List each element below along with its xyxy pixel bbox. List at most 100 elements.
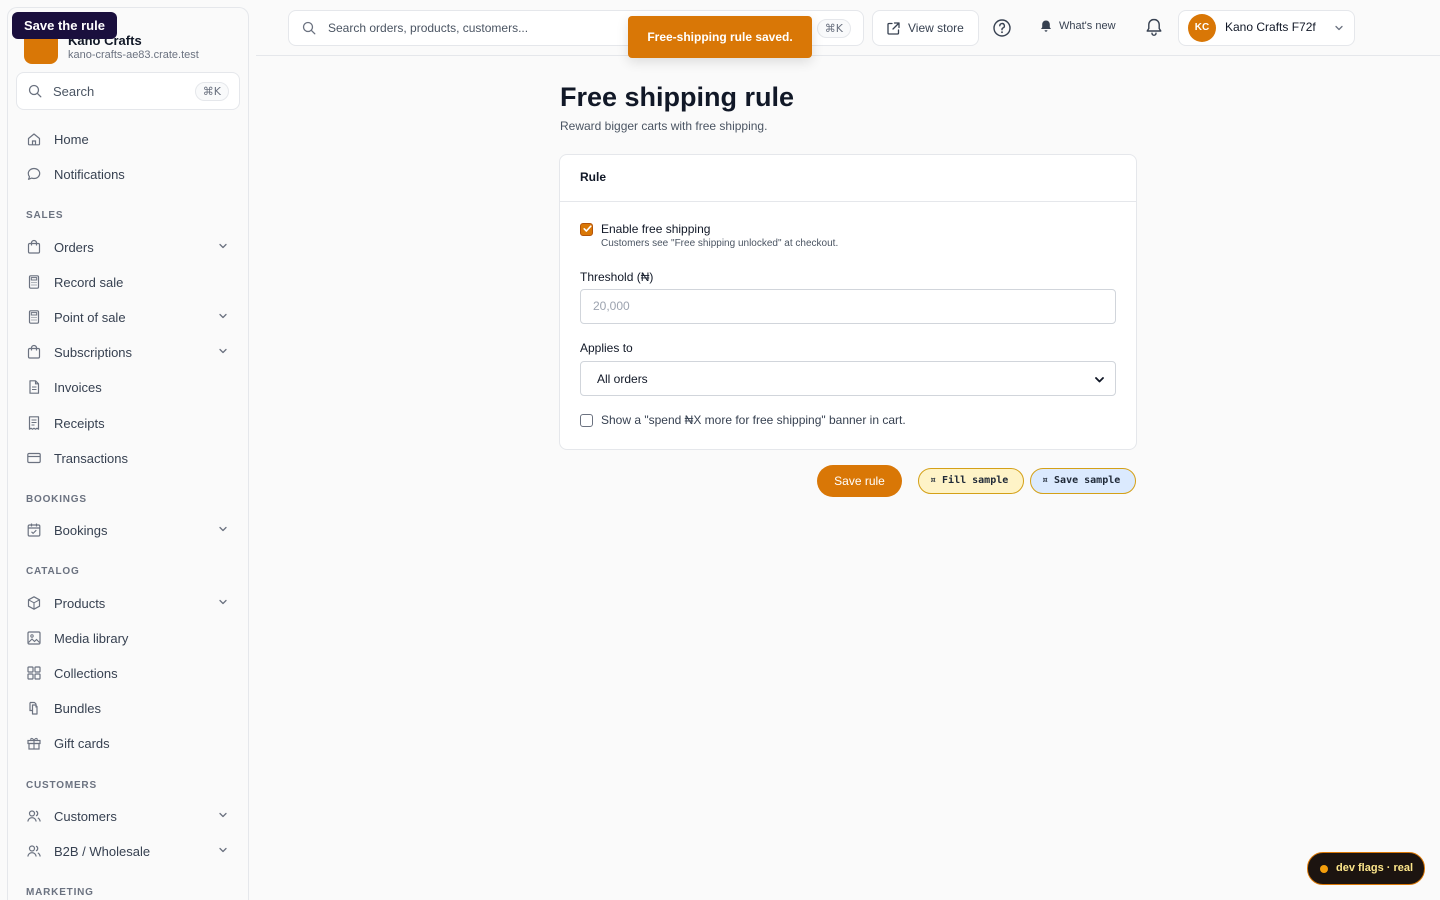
sidebar-search-label: Search bbox=[53, 84, 95, 99]
view-store-button[interactable]: View store bbox=[872, 10, 979, 46]
notifications-bell-icon[interactable] bbox=[1144, 17, 1164, 37]
applies-to-label: Applies to bbox=[580, 341, 633, 355]
sidebar-item-label: Bookings bbox=[54, 523, 108, 538]
sidebar-search[interactable]: Search ⌘K bbox=[16, 72, 240, 110]
threshold-label: Threshold (₦) bbox=[580, 270, 654, 284]
sidebar-item-label: Transactions bbox=[54, 451, 128, 466]
chevron-down-icon bbox=[218, 311, 228, 321]
calculator-icon bbox=[26, 309, 42, 325]
sidebar-item-bundles[interactable]: Bundles bbox=[16, 693, 240, 723]
applies-to-value: All orders bbox=[597, 372, 648, 386]
show-banner-checkbox[interactable] bbox=[580, 414, 593, 427]
sidebar-item-label: Subscriptions bbox=[54, 345, 133, 360]
sidebar-item-label: Customers bbox=[54, 809, 117, 824]
whats-new-label: What's new bbox=[1059, 20, 1116, 32]
sidebar-item-transactions[interactable]: Transactions bbox=[16, 443, 240, 473]
enable-free-shipping-label[interactable]: Enable free shipping bbox=[601, 222, 710, 236]
show-banner-label[interactable]: Show a "spend ₦X more for free shipping"… bbox=[601, 413, 906, 427]
image-icon bbox=[26, 630, 42, 646]
sidebar-item-label: B2B / Wholesale bbox=[54, 844, 151, 859]
sidebar-item-point-of-sale[interactable]: Point of sale bbox=[16, 302, 240, 332]
sidebar-item-label: Invoices bbox=[54, 380, 102, 395]
save-rule-button[interactable]: Save rule bbox=[817, 465, 902, 497]
sidebar-item-label: Point of sale bbox=[54, 310, 126, 325]
topbar: Search orders, products, customers... ⌘K… bbox=[256, 0, 1440, 56]
sidebar-item-label: Receipts bbox=[54, 416, 105, 431]
bag-icon bbox=[26, 239, 42, 255]
search-icon bbox=[28, 84, 42, 98]
checkmark-icon bbox=[582, 223, 593, 234]
sidebar-item-products[interactable]: Products bbox=[16, 588, 240, 618]
chevron-down-icon bbox=[218, 346, 228, 356]
gift-icon bbox=[26, 735, 42, 751]
account-name: Kano Crafts F72f bbox=[1225, 20, 1316, 34]
dev-flags-pill[interactable]: dev flags · real bbox=[1307, 852, 1425, 885]
box-icon bbox=[26, 595, 42, 611]
sidebar-item-b2b-wholesale[interactable]: B2B / Wholesale bbox=[16, 836, 240, 866]
section-label-catalog: CATALOG bbox=[26, 566, 80, 577]
shortcut-badge: ⌘K bbox=[816, 19, 851, 38]
success-toast: Free-shipping rule saved. bbox=[628, 16, 812, 58]
sidebar-item-collections[interactable]: Collections bbox=[16, 658, 240, 688]
account-menu-button[interactable]: KC Kano Crafts F72f bbox=[1178, 10, 1355, 46]
sidebar-item-label: Record sale bbox=[54, 275, 124, 290]
save-rule-tooltip: Save the rule bbox=[12, 12, 117, 39]
users-icon bbox=[26, 843, 42, 859]
sidebar-item-label: Home bbox=[54, 132, 89, 147]
section-label-marketing: MARKETING bbox=[26, 887, 94, 898]
sidebar-item-subscriptions[interactable]: Subscriptions bbox=[16, 337, 240, 367]
section-label-sales: SALES bbox=[26, 210, 64, 221]
calculator-icon bbox=[26, 274, 42, 290]
sidebar-item-home[interactable]: Home bbox=[16, 124, 240, 154]
threshold-input[interactable]: 20,000 bbox=[580, 289, 1116, 324]
threshold-placeholder: 20,000 bbox=[593, 299, 630, 313]
page-title: Free shipping rule bbox=[560, 82, 795, 112]
chat-bubble-icon bbox=[26, 166, 42, 182]
sidebar-item-orders[interactable]: Orders bbox=[16, 232, 240, 262]
document-icon bbox=[26, 379, 42, 395]
calendar-icon bbox=[26, 522, 42, 538]
card-header: Rule bbox=[560, 155, 1136, 202]
search-icon bbox=[302, 21, 316, 35]
brand-domain: kano-crafts-ae83.crate.test bbox=[68, 49, 199, 61]
external-link-icon bbox=[886, 21, 901, 36]
sidebar-item-label: Orders bbox=[54, 240, 94, 255]
chevron-down-icon bbox=[218, 524, 228, 534]
grid-icon bbox=[26, 665, 42, 681]
sidebar-item-media-library[interactable]: Media library bbox=[16, 623, 240, 653]
chevron-down-icon bbox=[218, 597, 228, 607]
sidebar-item-receipts[interactable]: Receipts bbox=[16, 408, 240, 438]
sidebar-item-gift-cards[interactable]: Gift cards bbox=[16, 728, 240, 758]
sidebar-item-label: Products bbox=[54, 596, 106, 611]
status-dot bbox=[1320, 865, 1328, 873]
sidebar-item-label: Bundles bbox=[54, 701, 101, 716]
help-icon[interactable] bbox=[992, 18, 1012, 38]
fill-sample-button[interactable]: ¤ Fill sample bbox=[918, 468, 1024, 494]
bell-filled-icon bbox=[1039, 19, 1053, 33]
sidebar-item-notifications[interactable]: Notifications bbox=[16, 159, 240, 189]
applies-to-select[interactable]: All orders bbox=[580, 361, 1116, 396]
sidebar-item-bookings[interactable]: Bookings bbox=[16, 515, 240, 545]
sidebar-item-invoices[interactable]: Invoices bbox=[16, 372, 240, 402]
users-icon bbox=[26, 808, 42, 824]
chevron-down-icon bbox=[218, 241, 228, 251]
receipt-icon bbox=[26, 415, 42, 431]
home-icon bbox=[26, 131, 42, 147]
enable-free-shipping-checkbox[interactable] bbox=[580, 223, 593, 236]
card-icon bbox=[26, 450, 42, 466]
save-sample-button[interactable]: ¤ Save sample bbox=[1030, 468, 1136, 494]
chevron-down-icon bbox=[218, 810, 228, 820]
section-label-customers: CUSTOMERS bbox=[26, 780, 97, 791]
rule-card: Rule Enable free shipping Customers see … bbox=[559, 154, 1137, 450]
sidebar-item-record-sale[interactable]: Record sale bbox=[16, 267, 240, 297]
chevron-down-icon bbox=[1334, 23, 1344, 33]
chevron-down-icon bbox=[1094, 374, 1105, 385]
avatar: KC bbox=[1188, 14, 1216, 42]
section-label-bookings: BOOKINGS bbox=[26, 494, 87, 505]
page-subtitle: Reward bigger carts with free shipping. bbox=[560, 119, 768, 133]
sidebar-item-customers[interactable]: Customers bbox=[16, 801, 240, 831]
enable-free-shipping-help: Customers see "Free shipping unlocked" a… bbox=[601, 238, 839, 249]
sidebar-item-label: Collections bbox=[54, 666, 118, 681]
global-search-placeholder: Search orders, products, customers... bbox=[328, 21, 529, 35]
view-store-label: View store bbox=[908, 21, 964, 35]
